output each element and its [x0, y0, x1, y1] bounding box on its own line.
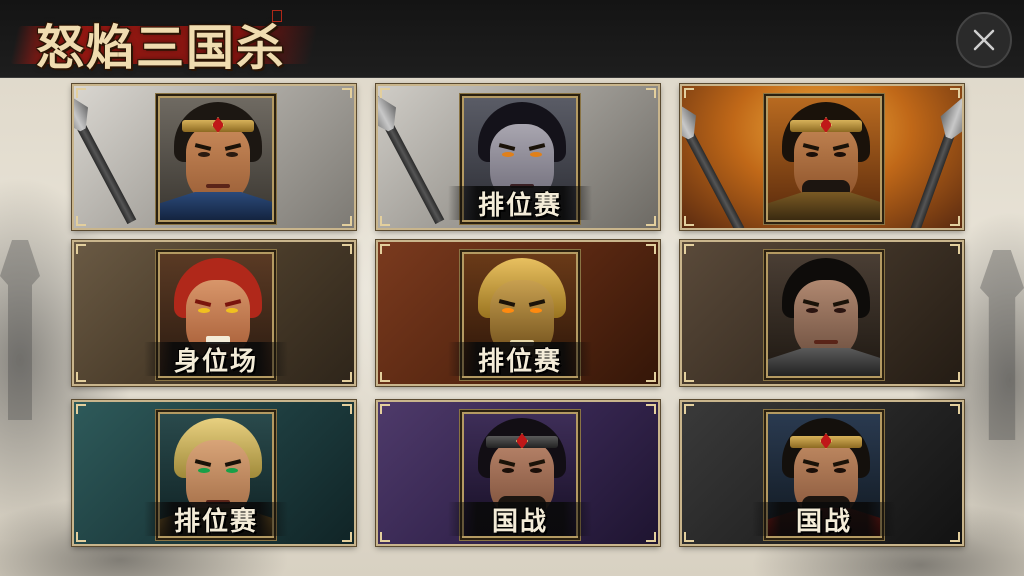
hero-portrait: [158, 96, 274, 222]
mode-card-2[interactable]: 排位赛: [376, 84, 660, 230]
mode-label: 排位赛: [477, 346, 562, 377]
mode-label: 排位赛: [173, 506, 258, 537]
app-title: 怒焰三国杀: [36, 20, 287, 76]
mode-label-bar: 排位赛: [144, 502, 288, 537]
spear-decoration: [908, 102, 962, 228]
close-button[interactable]: [956, 12, 1012, 68]
mode-card-9[interactable]: 国战: [680, 400, 964, 546]
mode-label: 国战: [795, 506, 852, 537]
mode-label-bar: 排位赛: [448, 342, 592, 377]
mode-card-6[interactable]: [680, 240, 964, 386]
mode-card-5[interactable]: 排位赛: [376, 240, 660, 386]
halberd-decoration: [682, 103, 745, 228]
hero-portrait: [766, 96, 882, 222]
halberd-decoration: [378, 95, 445, 225]
mode-label-bar: 国战: [448, 502, 592, 537]
mode-label-bar: 国战: [752, 502, 896, 537]
top-bar: 怒焰三国杀: [0, 0, 1024, 78]
close-icon: [973, 29, 995, 51]
mode-card-4[interactable]: 身位场: [72, 240, 356, 386]
mode-label-bar: 身位场: [144, 342, 288, 377]
mode-label-bar: 排位赛: [448, 186, 592, 221]
hero-portrait: [766, 252, 882, 378]
mode-card-3[interactable]: [680, 84, 964, 230]
halberd-decoration: [74, 95, 137, 225]
mode-label: 排位赛: [477, 190, 562, 221]
mode-card-1[interactable]: [72, 84, 356, 230]
mode-card-7[interactable]: 排位赛: [72, 400, 356, 546]
mode-label: 身位场: [173, 346, 258, 377]
mode-label: 国战: [491, 506, 548, 537]
mode-card-8[interactable]: 国战: [376, 400, 660, 546]
seal-stamp: [272, 10, 282, 22]
